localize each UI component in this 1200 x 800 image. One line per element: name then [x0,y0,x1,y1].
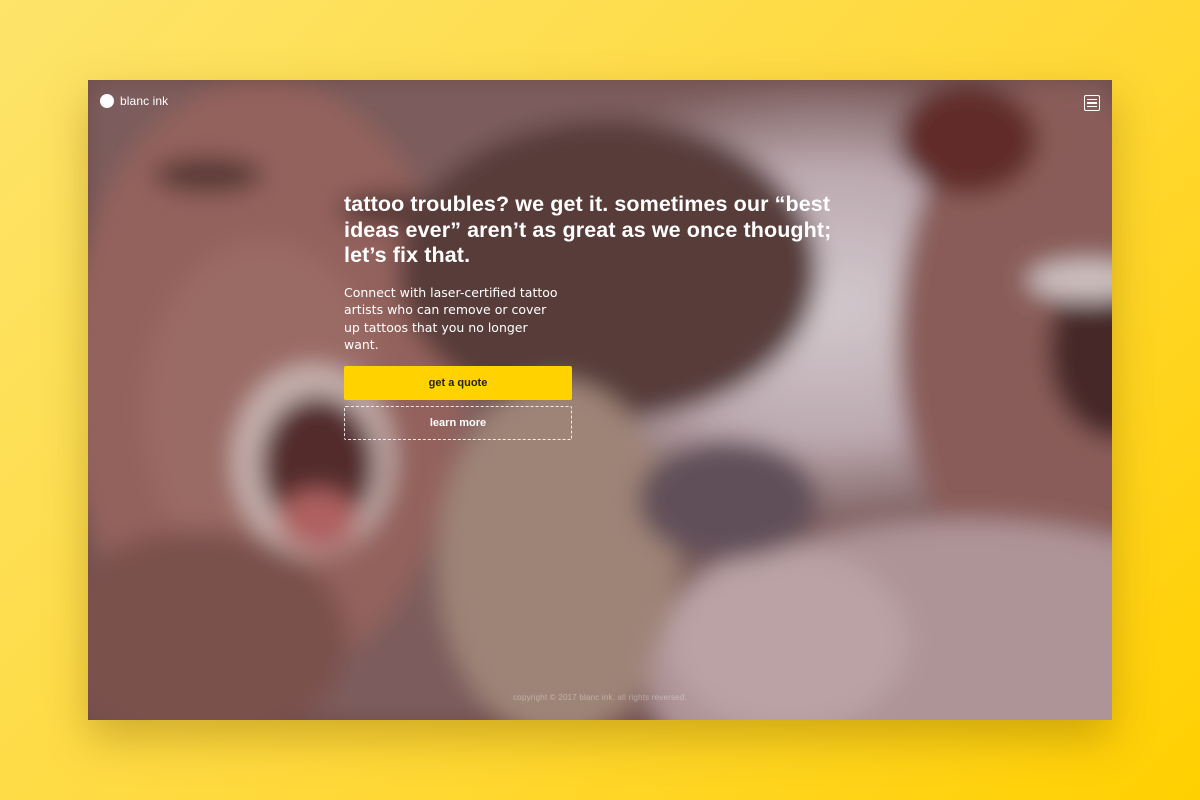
site-header: blanc ink [88,80,1112,126]
hero-section: tattoo troubles? we get it. sometimes ou… [344,192,844,440]
learn-more-button[interactable]: learn more [344,405,572,440]
brand-logo[interactable]: blanc ink [100,94,168,108]
footer-copyright: copyright © 2017 blanc ink. all rights r… [513,693,687,702]
menu-line [1087,105,1097,107]
menu-line [1087,99,1097,101]
brand-name: blanc ink [120,94,169,108]
get-a-quote-button[interactable]: get a quote [344,365,572,400]
logo-dot-icon [100,94,114,108]
hero-headline: tattoo troubles? we get it. sometimes ou… [344,192,832,267]
browser-viewport: blanc ink tattoo troubles? we get it. so… [88,80,1112,720]
menu-line [1087,102,1097,104]
hero-subcopy: Connect with laser-certified tattoo arti… [344,284,558,353]
menu-icon[interactable] [1084,95,1100,111]
